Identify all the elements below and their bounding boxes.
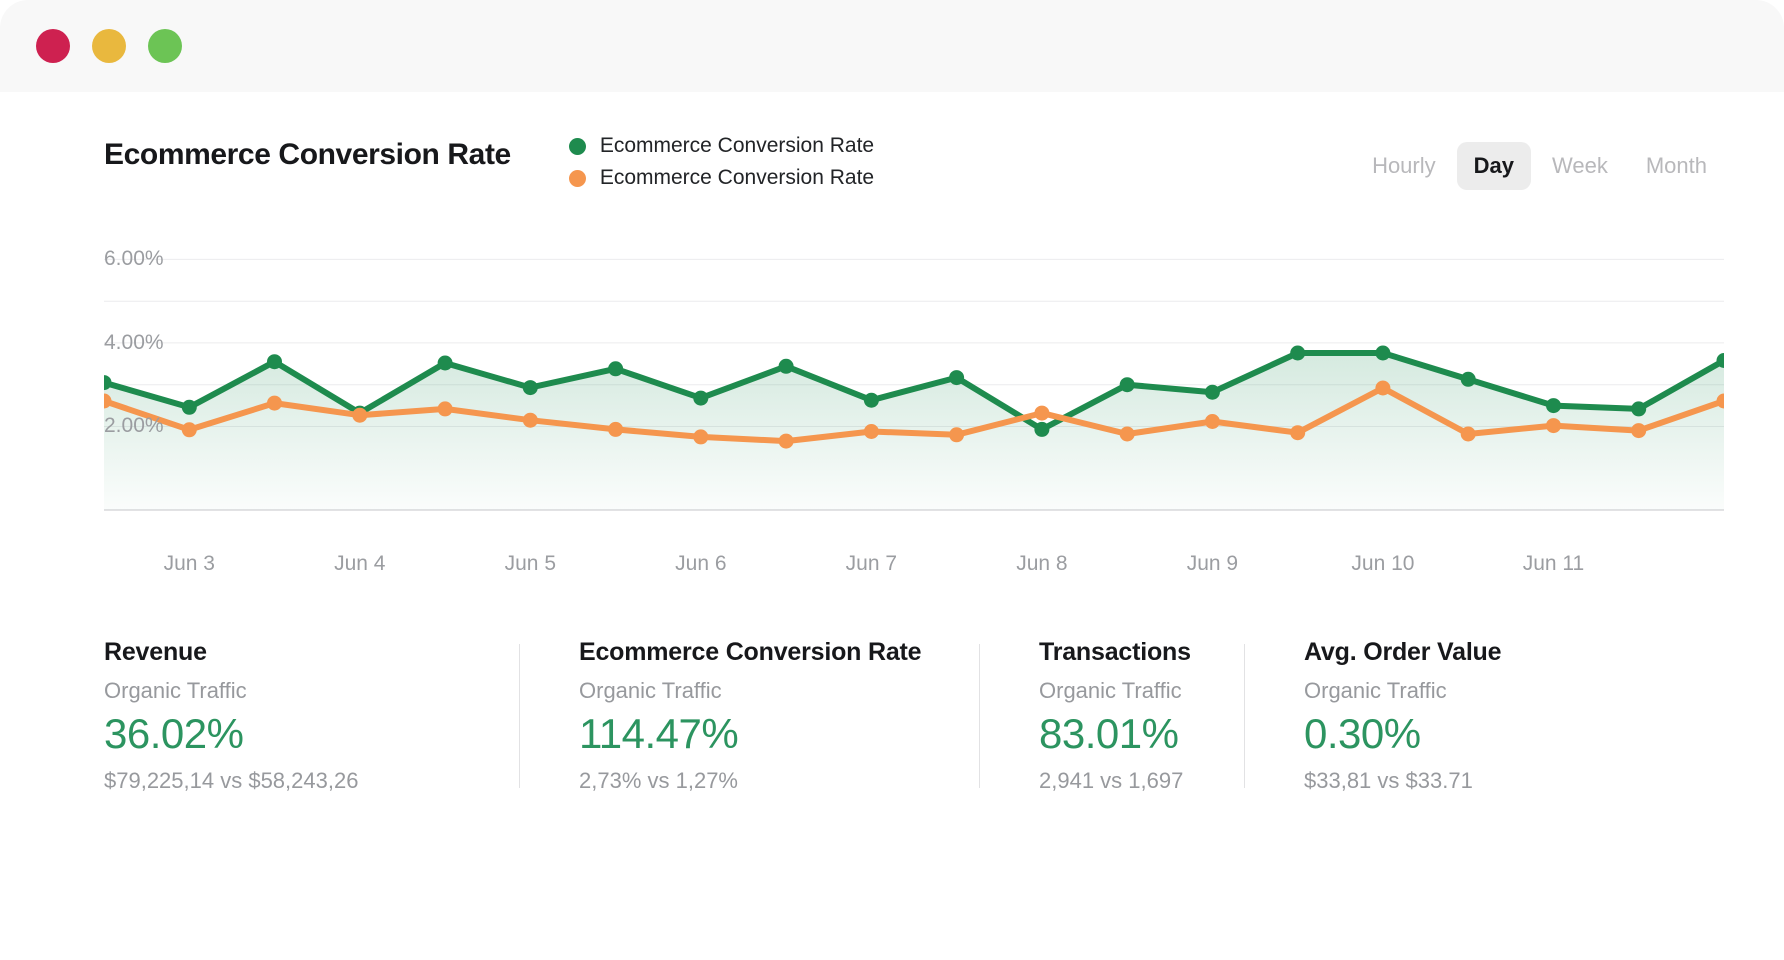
x-axis-tick: Jun 5: [504, 552, 556, 575]
chart-legend: Ecommerce Conversion Rate Ecommerce Conv…: [568, 134, 875, 190]
legend-item-series-1[interactable]: Ecommerce Conversion Rate: [568, 134, 875, 158]
stat-card-avg-order-value: Avg. Order Value Organic Traffic 0.30% $…: [1244, 638, 1544, 794]
stat-comparison: 2,941 vs 1,697: [1039, 768, 1184, 793]
stat-subtitle: Organic Traffic: [579, 678, 722, 703]
stat-comparison: 2,73% vs 1,27%: [579, 768, 738, 793]
app-window: Ecommerce Conversion Rate Ecommerce Conv…: [0, 0, 1784, 960]
stat-value: 83.01%: [1039, 710, 1179, 757]
stat-subtitle: Organic Traffic: [1304, 678, 1447, 703]
x-axis-tick: Jun 6: [675, 552, 727, 575]
stat-title: Revenue: [104, 638, 207, 666]
line-chart: [104, 258, 1724, 511]
page-title: Ecommerce Conversion Rate: [104, 138, 511, 171]
legend-label: Ecommerce Conversion Rate: [599, 166, 875, 189]
y-axis-tick: 2.00%: [104, 414, 164, 438]
stat-title: Transactions: [1039, 638, 1191, 666]
chart-plot-area: 2.00% 4.00% 6.00%: [104, 208, 1724, 538]
traffic-light-dots: [36, 29, 182, 63]
x-axis-tick: Jun 9: [1186, 552, 1239, 575]
stat-value: 0.30%: [1304, 710, 1421, 757]
x-axis-labels: Jun 3 Jun 4 Jun 5 Jun 6 Jun 7 Jun 8 Jun 9 Jun 1…: [104, 542, 1724, 588]
range-option-day[interactable]: Day: [1456, 142, 1531, 190]
maximize-window-button[interactable]: [148, 29, 182, 63]
stat-comparison: $33,81 vs $33.71: [1304, 768, 1473, 793]
stat-comparison: $79,225,14 vs $58,243,26: [104, 768, 359, 793]
stat-title: Ecommerce Conversion Rate: [579, 638, 922, 666]
x-axis-tick: Jun 10: [1351, 552, 1415, 575]
range-option-week[interactable]: Week: [1535, 142, 1625, 190]
range-option-hourly[interactable]: Hourly: [1355, 142, 1453, 190]
chart-card: Ecommerce Conversion Rate Ecommerce Conv…: [0, 92, 1784, 794]
close-window-button[interactable]: [36, 29, 70, 63]
stat-value: 36.02%: [104, 710, 244, 757]
stat-card-ecommerce-conversion-rate: Ecommerce Conversion Rate Organic Traffi…: [519, 638, 979, 794]
x-axis-tick: Jun 11: [1522, 552, 1585, 575]
y-axis-tick: 6.00%: [104, 247, 164, 271]
legend-dot-icon: [568, 137, 586, 155]
x-axis-tick: Jun 7: [845, 552, 898, 575]
chart-header: Ecommerce Conversion Rate Ecommerce Conv…: [0, 92, 1784, 190]
legend-dot-icon: [568, 169, 586, 187]
legend-label: Ecommerce Conversion Rate: [599, 134, 875, 157]
legend-item-series-2[interactable]: Ecommerce Conversion Rate: [568, 166, 875, 190]
stat-card-revenue: Revenue Organic Traffic 36.02% $79,225,1…: [104, 638, 519, 794]
stat-subtitle: Organic Traffic: [1039, 678, 1182, 703]
y-axis-tick: 4.00%: [104, 330, 164, 354]
x-axis-tick: Jun 4: [334, 552, 386, 575]
range-option-month[interactable]: Month: [1629, 142, 1724, 190]
window-titlebar: [0, 0, 1784, 92]
stat-value: 114.47%: [579, 710, 739, 757]
stats-row: Revenue Organic Traffic 36.02% $79,225,1…: [104, 638, 1724, 794]
time-range-switch: Hourly Day Week Month: [1355, 142, 1724, 190]
x-axis-tick: Jun 8: [1016, 552, 1068, 575]
x-axis-tick: Jun 3: [163, 552, 215, 575]
stat-title: Avg. Order Value: [1304, 638, 1502, 666]
minimize-window-button[interactable]: [92, 29, 126, 63]
stat-subtitle: Organic Traffic: [104, 678, 247, 703]
stat-card-transactions: Transactions Organic Traffic 83.01% 2,94…: [979, 638, 1244, 794]
